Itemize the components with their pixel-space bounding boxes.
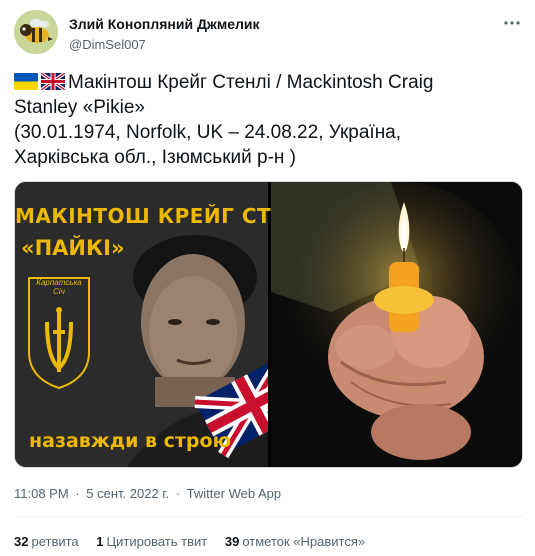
tweet-line-4: Харківська обл., Ізюмський р-н ) bbox=[14, 147, 297, 168]
ukraine-flag-icon bbox=[14, 73, 38, 90]
tweet-line-2: Stanley «Pikie» bbox=[14, 97, 145, 118]
tweet-media[interactable]: МАКІНТОШ КРЕЙГ СТЕНЛІ «ПАЙКІ» Карпатська… bbox=[14, 181, 523, 468]
memorial-poster-image[interactable]: МАКІНТОШ КРЕЙГ СТЕНЛІ «ПАЙКІ» Карпатська… bbox=[15, 182, 328, 467]
tweet-meta: 11:08 PM · 5 сент. 2022 г. · Twitter Web… bbox=[14, 486, 281, 501]
tweet-line-1: Макінтош Крейг Стенлі / Mackintosh Craig bbox=[14, 70, 519, 95]
quotes-count: 1 bbox=[96, 534, 104, 549]
more-options-icon[interactable] bbox=[502, 13, 522, 33]
likes-label: отметок «Нравится» bbox=[242, 534, 366, 549]
retweets-stat[interactable]: 32 ретвита bbox=[14, 534, 79, 549]
bee-avatar-icon bbox=[14, 10, 58, 54]
quotes-stat[interactable]: 1 Цитировать твит bbox=[96, 534, 207, 549]
likes-stat[interactable]: 39 отметок «Нравится» bbox=[225, 534, 365, 549]
author-names: Злий Конопляний Джмелик @DimSel007 bbox=[69, 16, 260, 52]
likes-count: 39 bbox=[224, 534, 240, 549]
retweets-count: 32 bbox=[14, 534, 29, 549]
divider bbox=[14, 516, 523, 517]
display-name[interactable]: Злий Конопляний Джмелик bbox=[69, 16, 260, 32]
poster-emblem-label: Карпатська Січ bbox=[36, 278, 82, 296]
candle-in-hand-illustration bbox=[271, 182, 522, 467]
tweet-line-3: (30.01.1974, Norfolk, UK – 24.08.22, Укр… bbox=[14, 122, 402, 143]
meta-separator: · bbox=[75, 486, 80, 501]
tweet-line-1-text: Макінтош Крейг Стенлі / Mackintosh Craig bbox=[68, 72, 434, 93]
user-handle[interactable]: @DimSel007 bbox=[69, 37, 260, 52]
meta-separator: · bbox=[175, 486, 181, 501]
poster-nickname: «ПАЙКІ» bbox=[21, 236, 125, 260]
tweet-date[interactable]: 5 сент. 2022 г. bbox=[86, 486, 169, 501]
retweets-label: ретвита bbox=[31, 534, 79, 549]
tweet-stats: 32 ретвита 1 Цитировать твит 39 отметок «Нр… bbox=[14, 534, 379, 549]
quotes-label: Цитировать твит bbox=[106, 534, 208, 549]
candle-photo-image[interactable] bbox=[271, 182, 522, 467]
tweet-time[interactable]: 11:08 PM bbox=[14, 486, 69, 501]
source-app-link[interactable]: Twitter Web App bbox=[187, 486, 281, 501]
poster-title: МАКІНТОШ КРЕЙГ СТЕНЛІ bbox=[15, 204, 328, 228]
tweet-header: Злий Конопляний Джмелик @DimSel007 bbox=[14, 10, 524, 58]
tweet-text: Макінтош Крейг Стенлі / Mackintosh Craig… bbox=[14, 70, 519, 170]
poster-bottom-text: назавжди в строю bbox=[29, 430, 232, 452]
avatar[interactable] bbox=[14, 10, 58, 54]
uk-flag-icon bbox=[41, 73, 65, 90]
